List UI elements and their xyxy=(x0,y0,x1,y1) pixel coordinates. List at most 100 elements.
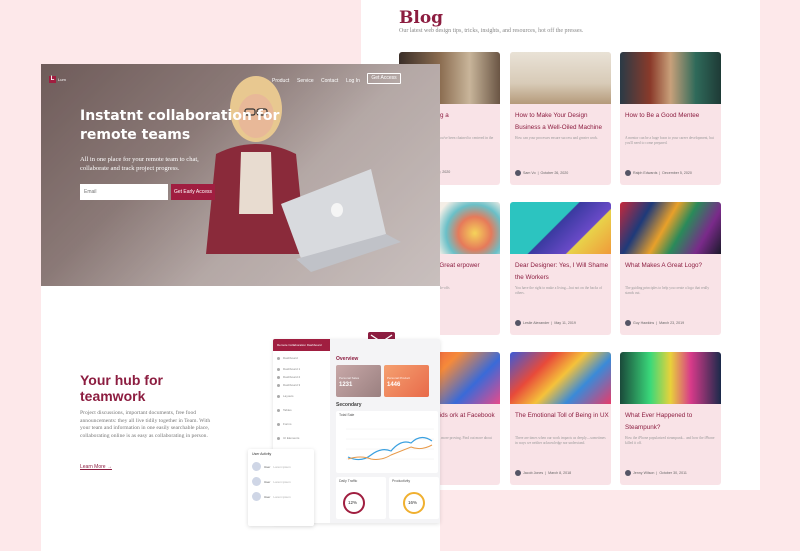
activity-item[interactable]: User Lorem ipsum xyxy=(248,459,314,474)
nav-service[interactable]: Service xyxy=(297,78,314,84)
card-title[interactable]: The Emotional Toll of Being in UX xyxy=(515,410,609,422)
dot-icon xyxy=(277,375,280,379)
menu-item[interactable]: UI Elements xyxy=(273,431,330,445)
stat-card: Personal Product 1446 xyxy=(384,365,429,397)
hero-title: Instatnt collaboration for remote teams xyxy=(80,108,280,143)
menu-item[interactable]: Dashboard 3 xyxy=(273,381,330,389)
blog-card[interactable]: What Ever Happened to Steampunk? How the… xyxy=(620,352,721,485)
card-author: Leslie Alexander xyxy=(523,321,550,325)
email-input[interactable] xyxy=(80,184,168,200)
dashboard-main: Overview Personal Sales 1231 Personal Pro… xyxy=(333,339,440,523)
card-title[interactable]: What Makes A Great Logo? xyxy=(625,260,719,272)
logo-mark: L xyxy=(49,76,56,83)
activity-item[interactable]: User Lorem ipsum xyxy=(248,489,314,504)
menu-item[interactable]: Layouts xyxy=(273,389,330,403)
avatar xyxy=(252,492,261,501)
logo-text: Lum xyxy=(58,77,66,82)
stat-card: Personal Sales 1231 xyxy=(336,365,381,397)
forms-icon xyxy=(277,422,280,426)
menu-item[interactable]: Dashboard 1 xyxy=(273,365,330,373)
blog-card[interactable]: The Emotional Toll of Being in UX There … xyxy=(510,352,611,485)
card-excerpt: A mentor can be a huge boon to your care… xyxy=(625,136,714,145)
nav-product[interactable]: Product xyxy=(272,78,289,84)
author-avatar xyxy=(625,470,631,476)
card-date: October 30, 2011 xyxy=(659,471,687,475)
hub-text: Project discussions, important documents… xyxy=(80,410,211,439)
card-date: December 5, 2020 xyxy=(662,171,692,175)
dashboard-sidebar-header: Remote Collaboration Dashboard xyxy=(273,339,330,351)
card-image xyxy=(510,352,611,404)
hub-title: Your hub for teamwork xyxy=(80,372,163,404)
avatar xyxy=(252,462,261,471)
card-date: October 26, 2020 xyxy=(540,171,569,175)
get-access-button[interactable]: Get Access xyxy=(367,73,401,84)
card-excerpt: The guiding principles to help you creat… xyxy=(625,286,710,295)
card-excerpt: How the iPhone popularized steampunk... … xyxy=(625,436,715,445)
card-excerpt: How can your processes ensure success an… xyxy=(515,136,599,140)
card-image xyxy=(510,202,611,254)
hero-subtitle: All in one place for your remote team to… xyxy=(80,156,199,172)
author-avatar xyxy=(515,470,521,476)
blog-card[interactable]: How to Be a Good Mentee A mentor can be … xyxy=(620,52,721,185)
hero-illustration xyxy=(206,76,401,272)
user-activity-panel: User Activity User Lorem ipsum User Lorem … xyxy=(248,449,314,526)
card-image xyxy=(510,52,611,104)
dot-icon xyxy=(277,367,280,371)
card-title[interactable]: How to Make Your Design Business a Well-… xyxy=(515,110,609,134)
hero-section: L Lum Product Service Contact Log In Get… xyxy=(41,64,440,286)
activity-item[interactable]: User Lorem ipsum xyxy=(248,474,314,489)
blog-card[interactable]: How to Make Your Design Business a Well-… xyxy=(510,52,611,185)
ui-elements-icon xyxy=(277,436,280,440)
author-avatar xyxy=(625,170,631,176)
dashboard-icon xyxy=(277,356,280,360)
daily-traffic-panel: Daily Traffic 12% xyxy=(336,477,386,519)
card-meta: Ralph Edwards | December 5, 2020 xyxy=(625,170,692,176)
card-meta: Sam Vo | October 26, 2020 xyxy=(515,170,568,176)
card-meta: Jenny Wilson | October 30, 2011 xyxy=(625,470,687,476)
card-title[interactable]: How to Be a Good Mentee xyxy=(625,110,719,122)
dot-icon xyxy=(277,383,280,387)
author-avatar xyxy=(515,170,521,176)
early-access-button[interactable]: Get Early Access xyxy=(171,184,215,200)
card-author: Guy Hawkins xyxy=(633,321,655,325)
blog-title: Blog xyxy=(399,8,444,28)
menu-item[interactable]: Dashboard 2 xyxy=(273,373,330,381)
layouts-icon xyxy=(277,394,280,398)
card-date: May 11, 2019 xyxy=(554,321,576,325)
card-title[interactable]: What Ever Happened to Steampunk? xyxy=(625,410,719,434)
overview-heading: Overview xyxy=(336,356,359,362)
productivity-panel: Productivity 16% xyxy=(389,477,439,519)
menu-item[interactable]: Dashboard xyxy=(273,351,330,365)
logo[interactable]: L Lum xyxy=(49,76,66,83)
card-date: March 23, 2019 xyxy=(659,321,685,325)
secondary-heading: Secondary xyxy=(336,402,362,408)
blog-card[interactable]: Dear Designer: Yes, I Will Shame the Wor… xyxy=(510,202,611,335)
card-image xyxy=(620,52,721,104)
blog-subtitle: Our latest web design tips, tricks, insi… xyxy=(399,28,584,34)
author-avatar xyxy=(625,320,631,326)
card-author: Jenny Wilson xyxy=(633,471,655,475)
card-author: Ralph Edwards xyxy=(633,171,658,175)
card-meta: Leslie Alexander | May 11, 2019 xyxy=(515,320,576,326)
blog-card[interactable]: What Makes A Great Logo? The guiding pri… xyxy=(620,202,721,335)
total-sale-chart: Total Sale xyxy=(336,411,438,473)
card-title[interactable]: Dear Designer: Yes, I Will Shame the Wor… xyxy=(515,260,609,284)
user-activity-title: User Activity xyxy=(252,452,272,456)
menu-item[interactable]: Forms xyxy=(273,417,330,431)
menu-item[interactable]: Tables xyxy=(273,403,330,417)
card-author: Sam Vo xyxy=(523,171,536,175)
card-excerpt: There are times when our work impacts us… xyxy=(515,436,606,445)
card-author: Jacob Jones xyxy=(523,471,544,475)
hub-section: Your hub for teamwork Project discussion… xyxy=(41,286,440,551)
card-image xyxy=(620,202,721,254)
card-date: March 8, 2018 xyxy=(548,471,572,475)
author-avatar xyxy=(515,320,521,326)
tables-icon xyxy=(277,408,280,412)
card-meta: Guy Hawkins | March 23, 2019 xyxy=(625,320,684,326)
learn-more-link[interactable]: Learn More → xyxy=(80,464,112,470)
card-excerpt: You have the right to make a living—but … xyxy=(515,286,603,295)
nav-contact[interactable]: Contact xyxy=(321,78,338,84)
nav-login[interactable]: Log In xyxy=(346,78,360,84)
card-meta: Jacob Jones | March 8, 2018 xyxy=(515,470,571,476)
card-image xyxy=(620,352,721,404)
